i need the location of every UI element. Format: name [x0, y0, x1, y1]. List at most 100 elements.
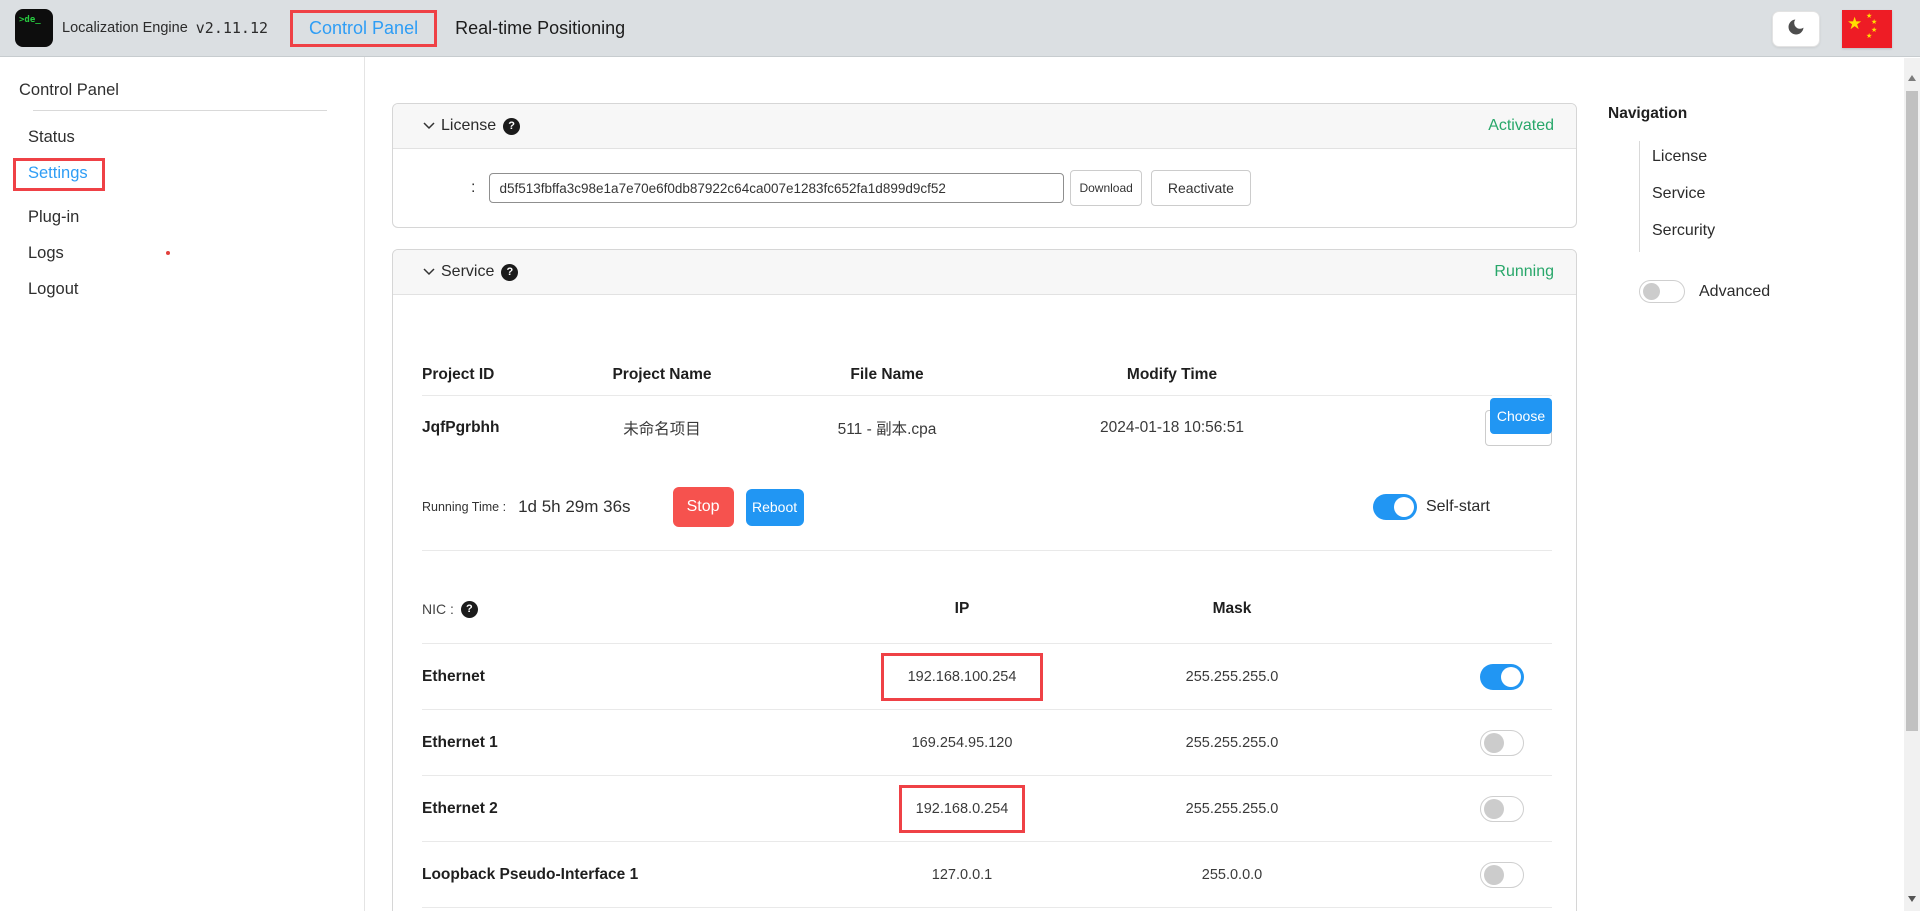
nic-header-label: NIC : — [422, 601, 454, 617]
license-status-badge: Activated — [1488, 117, 1554, 135]
project-name-value: 未命名项目 — [582, 417, 742, 439]
self-start-control: Self-start — [1373, 494, 1552, 520]
project-table-row: JqfPgrbhh 未命名项目 511 - 副本.cpa 2024-01-18 … — [422, 396, 1552, 460]
sidebar-title: Control Panel — [19, 81, 364, 100]
nav-item-license[interactable]: License — [1652, 141, 1878, 178]
scrollbar-thumb[interactable] — [1906, 91, 1918, 731]
service-title: Service — [441, 263, 494, 281]
nav-item-service[interactable]: Service — [1652, 178, 1878, 215]
advanced-label: Advanced — [1699, 283, 1770, 301]
annotation-box-settings: Settings — [13, 158, 105, 191]
moon-icon — [1786, 17, 1806, 40]
sidebar-item-logout[interactable]: Logout — [28, 280, 364, 299]
project-table-header: Project ID Project Name File Name Modify… — [422, 355, 1552, 395]
advanced-control: Advanced — [1639, 280, 1878, 303]
tab-realtime-positioning[interactable]: Real-time Positioning — [455, 18, 625, 39]
license-help-icon[interactable]: ? — [503, 118, 520, 135]
nic-row-ethernet-2: Ethernet 2 192.168.0.254 255.255.255.0 — [422, 776, 1552, 842]
service-status-badge: Running — [1494, 263, 1554, 281]
app-name: Localization Engine — [62, 20, 188, 36]
annotation-box-control-panel: Control Panel — [290, 10, 437, 47]
project-name-header: Project Name — [582, 366, 742, 384]
license-title: License — [441, 117, 496, 135]
nic-name: Ethernet 2 — [422, 800, 852, 818]
nic-mask-value: 255.0.0.0 — [1072, 867, 1392, 883]
app-logo-text: >de_ — [19, 15, 41, 25]
nic-help-icon[interactable]: ? — [461, 601, 478, 618]
running-time-row: Running Time : 1d 5h 29m 36s Stop Reboot… — [422, 486, 1552, 528]
self-start-toggle[interactable] — [1373, 494, 1417, 520]
service-help-icon[interactable]: ? — [501, 264, 518, 281]
nic-toggle-loopback[interactable] — [1480, 862, 1524, 888]
nic-ip-value: 192.168.100.254 — [908, 669, 1017, 685]
running-time-label: Running Time : — [422, 500, 506, 514]
nic-table-header: NIC : ? IP Mask — [422, 597, 1552, 621]
nav-item-sercurity[interactable]: Sercurity — [1652, 215, 1878, 252]
stop-button[interactable]: Stop — [673, 487, 734, 527]
divider — [422, 550, 1552, 551]
red-dot-artifact — [166, 251, 170, 255]
annotation-box-ethernet2-ip: 192.168.0.254 — [899, 785, 1026, 833]
sidebar-divider — [33, 110, 327, 111]
mask-header: Mask — [1072, 600, 1392, 618]
nic-mask-value: 255.255.255.0 — [1072, 669, 1392, 685]
project-id-header: Project ID — [422, 366, 582, 384]
tab-control-panel[interactable]: Control Panel — [309, 18, 418, 39]
nic-row-loopback: Loopback Pseudo-Interface 1 127.0.0.1 25… — [422, 842, 1552, 908]
license-card: License ? Activated : Download Reactivat… — [392, 103, 1577, 228]
chevron-down-icon[interactable] — [423, 122, 435, 130]
license-download-button[interactable]: Download — [1070, 170, 1141, 206]
license-card-header: License ? Activated — [393, 104, 1576, 149]
nic-row-ethernet: Ethernet 192.168.100.254 255.255.255.0 — [422, 644, 1552, 710]
app-header: >de_ Localization Engine v2.11.12 Contro… — [0, 0, 1920, 57]
nic-row-ethernet-1: Ethernet 1 169.254.95.120 255.255.255.0 — [422, 710, 1552, 776]
sidebar-item-logs[interactable]: Logs — [28, 244, 364, 263]
navigation-list: License Service Sercurity — [1639, 141, 1878, 252]
license-key-input[interactable] — [489, 173, 1064, 203]
screen: >de_ Localization Engine v2.11.12 Contro… — [0, 0, 1920, 911]
running-time-value: 1d 5h 29m 36s — [518, 497, 630, 517]
nic-toggle-ethernet-2[interactable] — [1480, 796, 1524, 822]
scroll-up-arrow-icon[interactable] — [1904, 70, 1920, 86]
license-key-label: : — [471, 179, 475, 197]
file-name-value: 511 - 副本.cpa — [742, 417, 1032, 439]
nic-name: Ethernet — [422, 668, 852, 686]
nic-toggle-ethernet[interactable] — [1480, 664, 1524, 690]
modify-time-header: Modify Time — [1032, 366, 1312, 384]
license-body: : Download Reactivate — [393, 149, 1576, 227]
file-name-header: File Name — [742, 366, 1032, 384]
modify-time-value: 2024-01-18 10:56:51 — [1032, 419, 1312, 437]
self-start-label: Self-start — [1426, 498, 1490, 516]
annotation-box-ethernet-ip: 192.168.100.254 — [881, 653, 1044, 701]
nic-ip-value: 127.0.0.1 — [852, 867, 1072, 883]
advanced-toggle[interactable] — [1639, 280, 1685, 303]
navigation-title: Navigation — [1608, 105, 1878, 123]
service-card-header: Service ? Running — [393, 250, 1576, 295]
dark-mode-button[interactable] — [1772, 11, 1820, 47]
chevron-down-icon[interactable] — [423, 268, 435, 276]
nic-ip-value: 192.168.0.254 — [916, 801, 1009, 817]
nic-name: Loopback Pseudo-Interface 1 — [422, 866, 852, 884]
sidebar-item-plugin[interactable]: Plug-in — [28, 208, 364, 227]
nic-mask-value: 255.255.255.0 — [1072, 801, 1392, 817]
vertical-scrollbar[interactable] — [1904, 58, 1920, 911]
china-flag-icon[interactable]: ★ ★ ★ ★ ★ — [1842, 10, 1892, 48]
service-body: Choose Project ID Project Name File Name… — [393, 355, 1576, 908]
nic-toggle-ethernet-1[interactable] — [1480, 730, 1524, 756]
choose-button[interactable]: Choose — [1490, 398, 1552, 434]
license-reactivate-button[interactable]: Reactivate — [1151, 170, 1251, 206]
sidebar-item-status[interactable]: Status — [28, 128, 364, 147]
header-right: ★ ★ ★ ★ ★ — [1772, 0, 1892, 57]
ip-header: IP — [852, 600, 1072, 618]
app-version: v2.11.12 — [196, 19, 268, 37]
scroll-down-arrow-icon[interactable] — [1904, 891, 1920, 907]
app-logo-icon: >de_ — [15, 9, 53, 47]
nic-name: Ethernet 1 — [422, 734, 852, 752]
left-sidebar: Control Panel Status Settings Plug-in Lo… — [0, 57, 365, 911]
reboot-button[interactable]: Reboot — [746, 489, 804, 526]
right-navigation: Navigation License Service Sercurity Adv… — [1608, 105, 1878, 303]
service-card: Service ? Running Choose Project ID Proj… — [392, 249, 1577, 911]
sidebar-item-settings[interactable]: Settings — [28, 164, 88, 183]
nic-ip-value: 169.254.95.120 — [852, 735, 1072, 751]
project-id-value: JqfPgrbhh — [422, 419, 582, 437]
